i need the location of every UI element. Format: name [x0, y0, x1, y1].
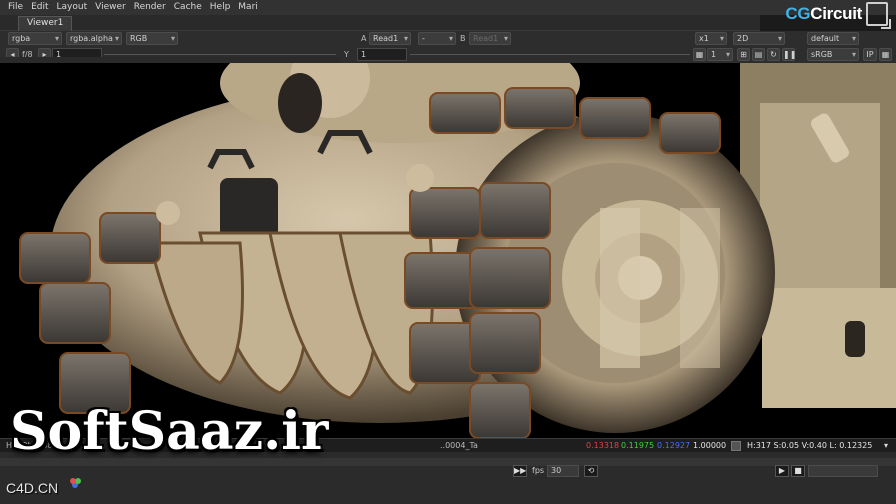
alpha-value: 1.00000 [693, 441, 727, 450]
menu-cache[interactable]: Cache [170, 0, 206, 15]
menu-render[interactable]: Render [130, 0, 170, 15]
play-forward-end-icon[interactable]: ▶▶ [513, 465, 527, 477]
fps-label: fps [532, 466, 545, 475]
menu-bar: File Edit Layout Viewer Render Cache Hel… [0, 0, 896, 15]
menu-file[interactable]: File [4, 0, 27, 15]
watermark-text: SoftSaaz.ir [10, 401, 329, 462]
hsv-readout: H:317 S:0.05 V:0.40 L: 0.12325 [747, 441, 873, 450]
menu-mari[interactable]: Mari [234, 0, 261, 15]
proxy-dropdown[interactable]: 1 [707, 48, 733, 61]
gamma-slider[interactable] [410, 54, 690, 55]
viewer-tab-bar: Viewer1 [0, 15, 760, 31]
play-icon[interactable]: ▶ [775, 465, 789, 477]
roi-icon[interactable]: ⊞ [737, 48, 750, 61]
tab-viewer1[interactable]: Viewer1 [18, 16, 73, 31]
viewer-canvas[interactable] [0, 63, 896, 440]
overlay-icon[interactable]: ▤ [752, 48, 765, 61]
loop-icon[interactable]: ⟲ [584, 465, 598, 477]
view-mode-dropdown[interactable]: 2D [733, 32, 785, 45]
green-value: 0.11975 [621, 441, 655, 450]
channels-dropdown[interactable]: rgba [8, 32, 62, 45]
menu-viewer[interactable]: Viewer [91, 0, 130, 15]
menu-layout[interactable]: Layout [53, 0, 92, 15]
render-image [0, 63, 896, 440]
c4d-dots-icon [70, 478, 76, 484]
blue-value: 0.12927 [657, 441, 691, 450]
fps-field[interactable]: 30 [547, 465, 579, 477]
zoom-dropdown[interactable]: x1 [695, 32, 727, 45]
playback-controls: ▶▶ fps 30 ⟲ ▶ ■ [0, 464, 896, 478]
filename-readout: ..0004_Ta [440, 441, 478, 450]
alpha-channel-dropdown[interactable]: rgba.alpha [66, 32, 122, 45]
compare-op-dropdown[interactable]: - [418, 32, 456, 45]
colorspace-dropdown[interactable]: sRGB [807, 48, 859, 61]
b-input-label: B [460, 34, 466, 43]
color-swatch [731, 441, 741, 451]
red-value: 0.13318 [586, 441, 620, 450]
a-input-dropdown[interactable]: Read1 [369, 32, 411, 45]
lut-dropdown[interactable]: default [807, 32, 859, 45]
stop-icon[interactable]: ■ [791, 465, 805, 477]
gamma-label: Y [344, 50, 349, 59]
logo-mark-icon [866, 2, 891, 29]
frame-ruler [0, 57, 340, 63]
gain-slider[interactable] [104, 54, 336, 55]
watermark-c4d: C4D.CN [6, 478, 76, 496]
a-input-label: A [361, 34, 367, 43]
menu-edit[interactable]: Edit [27, 0, 52, 15]
panel-menu-icon[interactable]: ▦ [879, 48, 892, 61]
display-channel-dropdown[interactable]: RGB [126, 32, 178, 45]
status-menu-icon[interactable]: ▾ [884, 440, 888, 452]
ip-button[interactable]: IP [863, 48, 877, 61]
menu-help[interactable]: Help [206, 0, 235, 15]
logo-text: CGCircuit [785, 4, 862, 23]
b-input-dropdown[interactable]: Read1 [469, 32, 511, 45]
cgcircuit-logo: CGCircuit [785, 2, 891, 29]
pause-icon[interactable]: ❚❚ [782, 48, 796, 61]
gamma-field[interactable]: 1 [357, 48, 407, 61]
refresh-icon[interactable]: ↻ [767, 48, 780, 61]
playback-range-field[interactable] [808, 465, 878, 477]
proxy-toggle-icon[interactable]: ▦ [693, 48, 706, 61]
viewer-toolbar-top: rgba rgba.alpha RGB A Read1 - B Read1 x1… [0, 31, 896, 47]
